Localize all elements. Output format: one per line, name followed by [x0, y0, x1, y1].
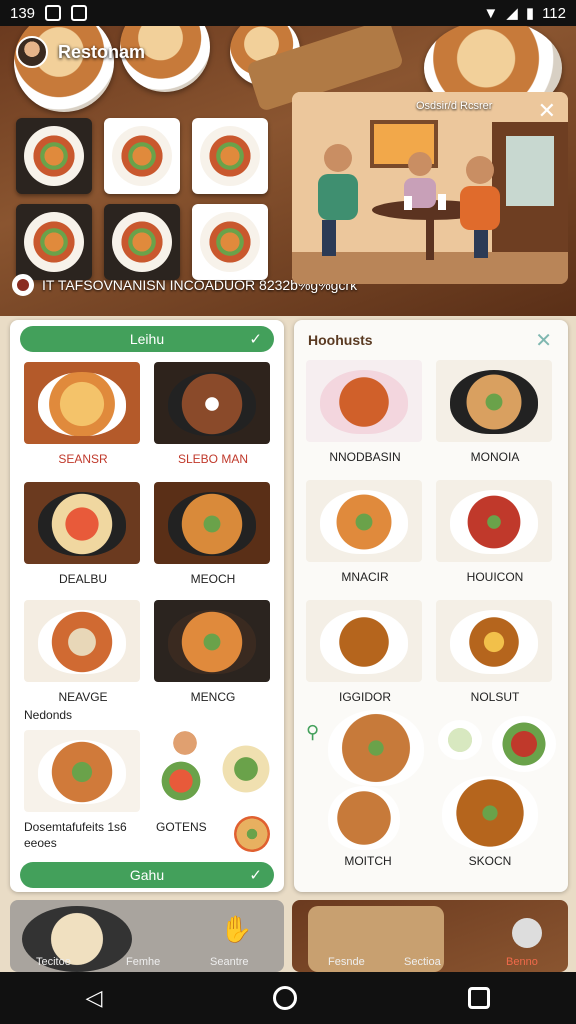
featured-item[interactable]: [24, 730, 142, 812]
menu-item[interactable]: MENCG: [154, 600, 272, 704]
menu-panel-left: Leihu ✓ SEANSR SLEBO MAN DEALBU MEOCH NE…: [10, 320, 284, 892]
menu-item[interactable]: NEAVGE: [24, 600, 142, 704]
signal-icon: ◢: [506, 5, 518, 22]
back-icon[interactable]: ◁: [86, 985, 103, 1011]
featured-caption: Dosemtafufeits 1s6: [24, 820, 127, 834]
menu-item[interactable]: [328, 710, 424, 786]
status-bar: 139 ▼ ◢ ▮ 112: [0, 0, 576, 26]
panel-title: Hoohusts: [308, 332, 373, 348]
menu-item-name: MENCG: [190, 690, 236, 704]
side-dish-image[interactable]: [438, 720, 482, 760]
menu-item[interactable]: HOUICON: [436, 480, 554, 584]
nav-tab[interactable]: Tecitoe: [36, 956, 71, 968]
nav-tab[interactable]: Femhe: [126, 956, 160, 968]
hand-icon[interactable]: ✋: [220, 914, 252, 945]
scene-title: Osdsir/d Rcsrer: [416, 100, 493, 112]
menu-item-name: IGGIDOR: [338, 690, 391, 704]
menu-item[interactable]: MEOCH: [154, 482, 272, 586]
menu-item-name: MNACIR: [341, 570, 389, 584]
menu-item[interactable]: NNODBASIN: [306, 360, 424, 464]
side-dish-image[interactable]: [234, 816, 270, 852]
menu-item[interactable]: DEALBU: [24, 482, 142, 586]
side-dish-image[interactable]: [152, 756, 210, 806]
food-tile[interactable]: [104, 204, 180, 280]
menu-item[interactable]: MONOIA: [436, 360, 554, 464]
menu-item-name: SKOCN: [468, 854, 512, 868]
wifi-icon: ▼: [483, 4, 499, 22]
category-pill-bottom[interactable]: Gahu ✓: [20, 862, 274, 888]
bottom-nav: Tecitoe Femhe ✋ Seantre Fesnde Sectioa B…: [0, 900, 576, 972]
menu-item[interactable]: MOITCH: [328, 786, 408, 868]
recents-icon[interactable]: [468, 987, 491, 1009]
nav-tab[interactable]: Benno: [506, 956, 538, 968]
side-dish-image[interactable]: [218, 732, 274, 806]
food-tile[interactable]: [104, 118, 180, 194]
status-clock: 112: [542, 4, 566, 22]
bottom-nav-right: Fesnde Sectioa Benno: [292, 900, 568, 972]
food-tile[interactable]: [16, 118, 92, 194]
notification-icon: [45, 5, 62, 21]
system-nav-bar: ◁: [0, 972, 576, 1024]
menu-item-name: NNODBASIN: [329, 450, 401, 464]
menu-item-name: SEANSR: [58, 452, 108, 466]
side-dish-image[interactable]: [492, 716, 556, 772]
menu-item[interactable]: SEANSR: [24, 362, 142, 466]
check-icon: ✓: [249, 331, 262, 348]
bottom-nav-left: Tecitoe Femhe ✋ Seantre: [10, 900, 284, 972]
nav-tab[interactable]: Sectioa: [404, 956, 441, 968]
featured-side-label: GOTENS: [156, 820, 207, 834]
notification-icon: [71, 5, 88, 21]
avatar[interactable]: [16, 36, 48, 68]
dining-scene-card[interactable]: Osdsir/d Rcsrer ✕: [292, 92, 568, 284]
menu-item-name: MOITCH: [344, 854, 392, 868]
food-tile[interactable]: [192, 204, 268, 280]
section-heading: Nedonds: [24, 708, 73, 722]
close-icon[interactable]: ✕: [538, 98, 556, 124]
menu-item-name: MEOCH: [190, 572, 236, 586]
menu-item[interactable]: SKOCN: [442, 776, 538, 868]
brand-header[interactable]: Restonam: [16, 36, 145, 68]
user-icon[interactable]: [512, 918, 542, 948]
food-tile[interactable]: [16, 204, 92, 280]
menu-item-name: NOLSUT: [470, 690, 520, 704]
status-time: 139: [10, 4, 36, 22]
menu-item[interactable]: NOLSUT: [436, 600, 554, 704]
menu-panel-right: Hoohusts ✕ NNODBASIN MONOIA MNACIR HOUIC…: [294, 320, 568, 892]
category-pill-top[interactable]: Leihu ✓: [20, 326, 274, 352]
category-pill-label: Gahu: [129, 867, 165, 883]
nav-tab[interactable]: Fesnde: [328, 956, 365, 968]
menu-item-name: NEAVGE: [58, 690, 108, 704]
menu-item-name: SLEBO MAN: [177, 452, 249, 466]
home-icon[interactable]: [273, 986, 298, 1010]
dining-illustration: [292, 92, 568, 284]
side-dish-image[interactable]: [160, 728, 210, 758]
featured-caption: eeoes: [24, 836, 57, 850]
menu-item-name: MONOIA: [470, 450, 520, 464]
menu-item-name: HOUICON: [466, 570, 524, 584]
close-icon[interactable]: ✕: [535, 328, 552, 353]
brand-name: Restonam: [58, 41, 146, 62]
nav-tab[interactable]: Seantre: [210, 956, 249, 968]
food-tile[interactable]: [192, 118, 268, 194]
menu-item[interactable]: IGGIDOR: [306, 600, 424, 704]
record-icon[interactable]: [12, 274, 34, 296]
search-icon[interactable]: ⚲: [306, 722, 319, 743]
battery-icon: ▮: [525, 5, 535, 22]
menu-item[interactable]: SLEBO MAN: [154, 362, 272, 466]
check-icon: ✓: [249, 867, 262, 884]
menu-item[interactable]: MNACIR: [306, 480, 424, 584]
category-pill-label: Leihu: [129, 331, 165, 347]
menu-item-name: DEALBU: [58, 572, 108, 586]
